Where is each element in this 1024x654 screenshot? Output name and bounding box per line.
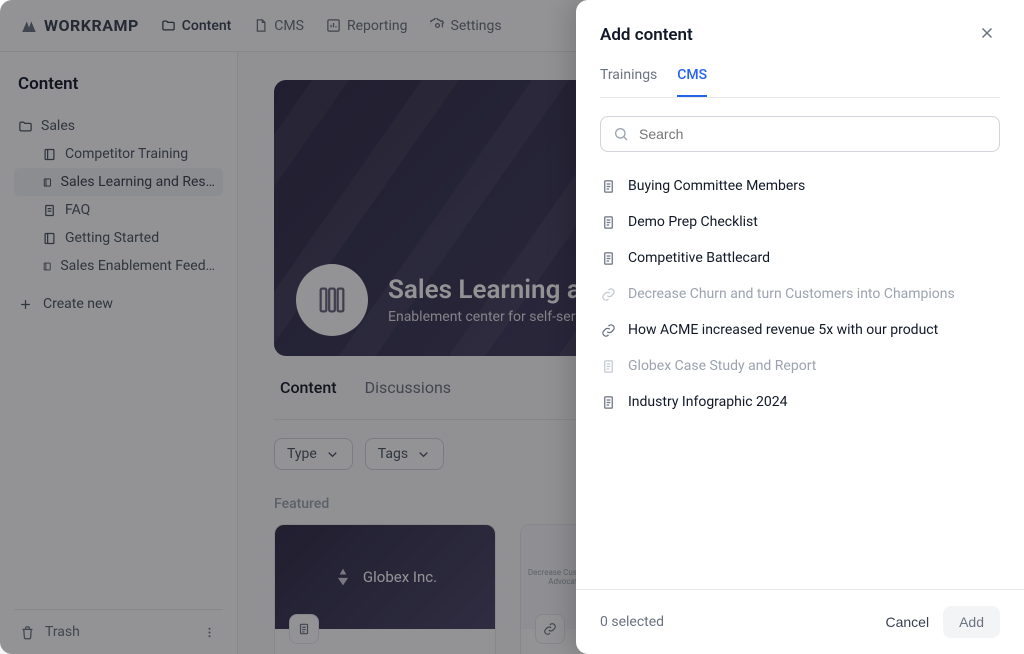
cancel-button[interactable]: Cancel xyxy=(885,614,929,630)
content-item[interactable]: Demo Prep Checklist xyxy=(584,204,1016,240)
add-button[interactable]: Add xyxy=(943,606,1000,638)
content-list: Buying Committee Members Demo Prep Checkl… xyxy=(576,162,1024,589)
panel-tab-trainings[interactable]: Trainings xyxy=(600,67,657,97)
content-item-label: Competitive Battlecard xyxy=(628,250,770,266)
link-icon xyxy=(600,323,616,338)
document-icon xyxy=(600,359,616,374)
close-icon xyxy=(978,24,996,42)
content-item[interactable]: Buying Committee Members xyxy=(584,168,1016,204)
document-icon xyxy=(600,215,616,230)
selected-count: 0 selected xyxy=(600,614,664,630)
panel-title: Add content xyxy=(600,25,693,45)
content-item[interactable]: Industry Infographic 2024 xyxy=(584,384,1016,420)
content-item[interactable]: Competitive Battlecard xyxy=(584,240,1016,276)
link-icon xyxy=(600,287,616,302)
content-item-label: How ACME increased revenue 5x with our p… xyxy=(628,322,938,338)
document-icon xyxy=(600,179,616,194)
document-icon xyxy=(600,251,616,266)
content-item-label: Decrease Churn and turn Customers into C… xyxy=(628,286,955,302)
close-button[interactable] xyxy=(974,20,1000,49)
content-item-label: Globex Case Study and Report xyxy=(628,358,816,374)
search-input[interactable] xyxy=(639,126,987,142)
content-item-label: Buying Committee Members xyxy=(628,178,805,194)
search-field[interactable] xyxy=(600,116,1000,152)
search-icon xyxy=(613,126,629,142)
content-item[interactable]: Decrease Churn and turn Customers into C… xyxy=(584,276,1016,312)
content-item[interactable]: How ACME increased revenue 5x with our p… xyxy=(584,312,1016,348)
add-content-panel: Add content Trainings CMS Buying Committ… xyxy=(576,0,1024,654)
content-item[interactable]: Globex Case Study and Report xyxy=(584,348,1016,384)
panel-tab-cms[interactable]: CMS xyxy=(677,67,707,97)
panel-tabs: Trainings CMS xyxy=(600,67,1000,98)
content-item-label: Demo Prep Checklist xyxy=(628,214,758,230)
document-icon xyxy=(600,395,616,410)
content-item-label: Industry Infographic 2024 xyxy=(628,394,788,410)
